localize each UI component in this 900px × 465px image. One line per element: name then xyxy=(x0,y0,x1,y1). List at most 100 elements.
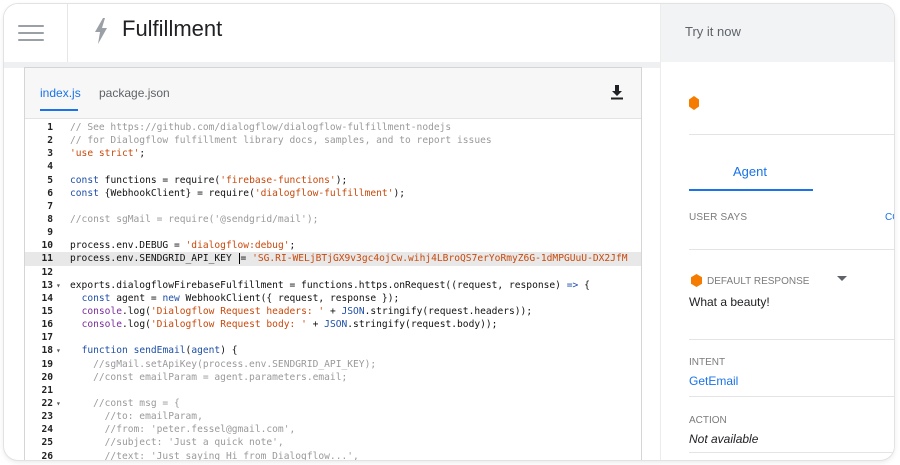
code-token: process.env.SENDGRID_API_KEY xyxy=(70,253,238,265)
code-editor[interactable]: index.js package.json 1 // See https://gi… xyxy=(24,67,642,460)
code-token: 'use strict' xyxy=(70,148,140,160)
code-area[interactable]: 1 // See https://github.com/dialogflow/di… xyxy=(25,121,641,460)
tab-agent-label: Agent xyxy=(733,164,767,179)
code-line[interactable]: 24 //from: 'peter.fessel@gmail.com', xyxy=(25,423,641,436)
line-number: 3 xyxy=(47,148,53,160)
code-token: // for Dialogflow fulfillment library do… xyxy=(70,135,492,147)
tab-index-js[interactable]: index.js xyxy=(40,86,81,100)
intent-label: INTENT xyxy=(689,357,726,368)
divider xyxy=(689,249,894,250)
code-token: ); xyxy=(393,187,406,199)
line-number: 25 xyxy=(41,437,53,449)
code-token: function xyxy=(81,345,128,357)
code-line[interactable]: 21 xyxy=(25,384,641,397)
code-text: // for Dialogflow fulfillment library do… xyxy=(70,134,492,147)
chevron-down-icon[interactable] xyxy=(837,276,847,281)
code-text: const agent = new WebhookClient({ reques… xyxy=(70,292,400,305)
code-line[interactable]: 25 //subject: 'Just a quick note', xyxy=(25,436,641,449)
lightning-bolt-icon xyxy=(95,18,107,44)
intent-link[interactable]: GetEmail xyxy=(689,374,738,388)
code-text: //const msg = { xyxy=(70,397,180,410)
code-token: 'dialogflow:debug' xyxy=(185,240,290,252)
download-icon[interactable] xyxy=(609,84,625,100)
code-line[interactable]: 15 console.log('Dialogflow Request heade… xyxy=(25,305,641,318)
code-token: //sgMail.setApiKey(process.env.SENDGRID_… xyxy=(70,358,377,370)
tab-agent[interactable]: Agent xyxy=(689,154,811,190)
code-text: console.log('Dialogflow Request headers:… xyxy=(70,305,533,318)
code-line[interactable]: 1 // See https://github.com/dialogflow/di… xyxy=(25,121,641,134)
file-tab-bar: index.js package.json xyxy=(25,68,641,119)
code-line[interactable]: 23 //to: emailParam, xyxy=(25,410,641,423)
code-line[interactable]: 10 process.env.DEBUG = 'dialogflow:debug'… xyxy=(25,239,641,252)
code-line[interactable]: 20 //const emailParam = agent.parameters… xyxy=(25,371,641,384)
code-line[interactable]: 14 const agent = new WebhookClient({ req… xyxy=(25,292,641,305)
line-number: 7 xyxy=(47,200,53,212)
line-number: 13 xyxy=(41,279,53,291)
fold-toggle-icon[interactable]: ▾ xyxy=(56,397,61,410)
code-text: //subject: 'Just a quick note', xyxy=(70,436,284,449)
code-text: function sendEmail(agent) { xyxy=(70,344,238,357)
code-line[interactable]: 17 xyxy=(25,331,641,344)
code-line[interactable]: 16 console.log('Dialogflow Request body:… xyxy=(25,318,641,331)
hamburger-menu-icon[interactable] xyxy=(18,20,44,44)
code-token: //from: 'peter.fessel@gmail.com', xyxy=(70,424,296,436)
code-line[interactable]: 7 xyxy=(25,200,641,213)
code-line[interactable]: 18 ▾ function sendEmail(agent) { xyxy=(25,344,641,357)
user-says-label: USER SAYS xyxy=(689,212,748,223)
code-line[interactable]: 26 //text: 'Just saying Hi from Dialogfl… xyxy=(25,450,641,460)
code-line[interactable]: 9 xyxy=(25,226,641,239)
code-line[interactable]: 6 const {WebhookClient} = require('dialog… xyxy=(25,187,641,200)
line-number: 9 xyxy=(47,227,53,239)
line-number: 1 xyxy=(47,122,53,133)
line-number: 14 xyxy=(41,292,53,304)
code-line[interactable]: 12 xyxy=(25,266,641,279)
page-title: Fulfillment xyxy=(122,16,223,41)
code-line[interactable]: 2 // for Dialogflow fulfillment library d… xyxy=(25,134,641,147)
code-token: sendEmail xyxy=(133,345,186,357)
code-token: //to: emailParam, xyxy=(70,411,203,423)
divider xyxy=(689,396,894,397)
code-token: agent xyxy=(191,345,221,357)
header-divider xyxy=(67,4,68,62)
line-number: 8 xyxy=(47,213,53,225)
code-token: // See https://github.com/dialogflow/dia… xyxy=(70,122,452,133)
line-number: 2 xyxy=(47,135,53,147)
fold-toggle-icon[interactable]: ▾ xyxy=(56,279,61,292)
code-token: 'Dialogflow Request headers: ' xyxy=(150,305,325,317)
code-line[interactable]: 5 const functions = require('firebase-fun… xyxy=(25,174,641,187)
line-number: 4 xyxy=(47,161,53,173)
code-line[interactable]: 19 //sgMail.setApiKey(process.env.SENDGR… xyxy=(25,358,641,371)
line-number: 21 xyxy=(41,384,53,396)
code-line[interactable]: 13 ▾ exports.dialogflowFirebaseFulfillment… xyxy=(25,279,641,292)
code-line[interactable]: 22 ▾ //const msg = { xyxy=(25,397,641,410)
code-token: //const msg = { xyxy=(70,397,180,409)
try-it-input-bar[interactable]: Try it now xyxy=(661,4,894,62)
code-token: JSON xyxy=(324,319,348,331)
line-number: 12 xyxy=(41,266,53,278)
user-says-link[interactable]: CO xyxy=(885,212,894,223)
code-token: 'SG.RI-WELjBTjGX9v3gc4ojCw.wihj4LBroQS7e… xyxy=(252,253,628,265)
divider xyxy=(689,452,894,453)
line-number: 11 xyxy=(41,253,53,265)
default-response-label: DEFAULT RESPONSE xyxy=(707,276,810,287)
code-token: JSON xyxy=(341,305,365,317)
default-response-text: What a beauty! xyxy=(689,295,770,309)
code-text: //from: 'peter.fessel@gmail.com', xyxy=(70,423,296,436)
fold-toggle-icon[interactable]: ▾ xyxy=(56,344,61,357)
code-text: //const emailParam = agent.parameters.em… xyxy=(70,371,347,384)
code-line[interactable]: 8 //const sgMail = require('@sendgrid/mai… xyxy=(25,213,641,226)
code-token: //text: 'Just saying Hi from Dialogflow.… xyxy=(70,450,359,460)
line-number: 26 xyxy=(41,450,53,460)
code-line[interactable]: 11 process.env.SENDGRID_API_KEY = 'SG.RI-… xyxy=(25,252,641,266)
tab-package-json[interactable]: package.json xyxy=(99,86,170,100)
code-text: console.log('Dialogflow Request body: ' … xyxy=(70,318,498,331)
code-token: //subject: 'Just a quick note', xyxy=(70,437,284,449)
code-token: console xyxy=(81,319,122,331)
code-line[interactable]: 3 'use strict'; xyxy=(25,147,641,160)
code-line[interactable]: 4 xyxy=(25,160,641,173)
line-number: 17 xyxy=(41,332,53,344)
code-token: //const sgMail = require('@sendgrid/mail… xyxy=(70,213,319,225)
code-token: functions = require( xyxy=(98,174,221,186)
code-token: ; xyxy=(139,148,146,160)
